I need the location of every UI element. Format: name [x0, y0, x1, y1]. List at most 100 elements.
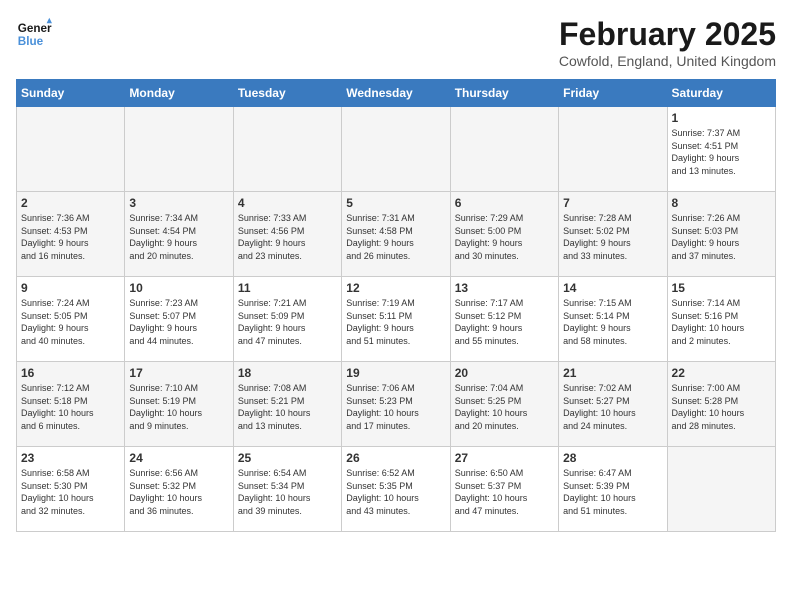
day-info: Sunrise: 7:21 AM Sunset: 5:09 PM Dayligh…: [238, 297, 337, 347]
header-day: Wednesday: [342, 80, 450, 107]
header-day: Friday: [559, 80, 667, 107]
calendar-cell: [559, 107, 667, 192]
calendar-cell: 1 Sunrise: 7:37 AM Sunset: 4:51 PM Daylig…: [667, 107, 775, 192]
day-info: Sunrise: 7:26 AM Sunset: 5:03 PM Dayligh…: [672, 212, 771, 262]
day-info: Sunrise: 6:54 AM Sunset: 5:34 PM Dayligh…: [238, 467, 337, 517]
location: Cowfold, England, United Kingdom: [559, 53, 776, 69]
calendar-cell: 26 Sunrise: 6:52 AM Sunset: 5:35 PM Dayli…: [342, 447, 450, 532]
logo: General Blue: [16, 16, 52, 52]
day-number: 16: [21, 366, 120, 380]
calendar-cell: 28Sunrise: 6:47 AM Sunset: 5:39 PM Dayli…: [559, 447, 667, 532]
day-number: 20: [455, 366, 554, 380]
day-info: Sunrise: 7:10 AM Sunset: 5:19 PM Dayligh…: [129, 382, 228, 432]
header-day: Monday: [125, 80, 233, 107]
calendar-cell: 6 Sunrise: 7:29 AM Sunset: 5:00 PM Daylig…: [450, 192, 558, 277]
day-number: 4: [238, 196, 337, 210]
day-number: 23: [21, 451, 120, 465]
day-number: 19: [346, 366, 445, 380]
calendar-cell: 23 Sunrise: 6:58 AM Sunset: 5:30 PM Dayli…: [17, 447, 125, 532]
calendar-week: 1 Sunrise: 7:37 AM Sunset: 4:51 PM Daylig…: [17, 107, 776, 192]
day-number: 5: [346, 196, 445, 210]
calendar-cell: 10 Sunrise: 7:23 AM Sunset: 5:07 PM Dayli…: [125, 277, 233, 362]
header-day: Thursday: [450, 80, 558, 107]
day-info: Sunrise: 6:56 AM Sunset: 5:32 PM Dayligh…: [129, 467, 228, 517]
day-info: Sunrise: 7:04 AM Sunset: 5:25 PM Dayligh…: [455, 382, 554, 432]
calendar-cell: [17, 107, 125, 192]
day-info: Sunrise: 7:28 AM Sunset: 5:02 PM Dayligh…: [563, 212, 662, 262]
day-number: 21: [563, 366, 662, 380]
day-number: 13: [455, 281, 554, 295]
calendar-cell: 7 Sunrise: 7:28 AM Sunset: 5:02 PM Daylig…: [559, 192, 667, 277]
title-block: February 2025 Cowfold, England, United K…: [559, 16, 776, 69]
day-info: Sunrise: 7:15 AM Sunset: 5:14 PM Dayligh…: [563, 297, 662, 347]
calendar-cell: 17 Sunrise: 7:10 AM Sunset: 5:19 PM Dayli…: [125, 362, 233, 447]
page-header: General Blue February 2025 Cowfold, Engl…: [16, 16, 776, 69]
day-number: 17: [129, 366, 228, 380]
day-number: 24: [129, 451, 228, 465]
calendar-cell: 27 Sunrise: 6:50 AM Sunset: 5:37 PM Dayli…: [450, 447, 558, 532]
day-info: Sunrise: 7:37 AM Sunset: 4:51 PM Dayligh…: [672, 127, 771, 177]
calendar-cell: [233, 107, 341, 192]
calendar-cell: 21 Sunrise: 7:02 AM Sunset: 5:27 PM Dayli…: [559, 362, 667, 447]
day-number: 27: [455, 451, 554, 465]
day-number: 25: [238, 451, 337, 465]
calendar-cell: 24 Sunrise: 6:56 AM Sunset: 5:32 PM Dayli…: [125, 447, 233, 532]
day-number: 11: [238, 281, 337, 295]
day-number: 10: [129, 281, 228, 295]
day-info: Sunrise: 7:12 AM Sunset: 5:18 PM Dayligh…: [21, 382, 120, 432]
svg-text:General: General: [18, 22, 52, 35]
calendar-cell: 14 Sunrise: 7:15 AM Sunset: 5:14 PM Dayli…: [559, 277, 667, 362]
day-number: 14: [563, 281, 662, 295]
day-number: 6: [455, 196, 554, 210]
day-info: Sunrise: 7:23 AM Sunset: 5:07 PM Dayligh…: [129, 297, 228, 347]
day-number: 2: [21, 196, 120, 210]
calendar-cell: 11 Sunrise: 7:21 AM Sunset: 5:09 PM Dayli…: [233, 277, 341, 362]
header-day: Saturday: [667, 80, 775, 107]
day-info: Sunrise: 7:33 AM Sunset: 4:56 PM Dayligh…: [238, 212, 337, 262]
header-day: Tuesday: [233, 80, 341, 107]
day-info: Sunrise: 7:34 AM Sunset: 4:54 PM Dayligh…: [129, 212, 228, 262]
calendar-cell: 25 Sunrise: 6:54 AM Sunset: 5:34 PM Dayli…: [233, 447, 341, 532]
calendar-table: SundayMondayTuesdayWednesdayThursdayFrid…: [16, 79, 776, 532]
logo-icon: General Blue: [16, 16, 52, 52]
calendar-cell: 5 Sunrise: 7:31 AM Sunset: 4:58 PM Daylig…: [342, 192, 450, 277]
calendar-week: 16 Sunrise: 7:12 AM Sunset: 5:18 PM Dayli…: [17, 362, 776, 447]
day-info: Sunrise: 7:08 AM Sunset: 5:21 PM Dayligh…: [238, 382, 337, 432]
day-info: Sunrise: 7:02 AM Sunset: 5:27 PM Dayligh…: [563, 382, 662, 432]
calendar-cell: 16 Sunrise: 7:12 AM Sunset: 5:18 PM Dayli…: [17, 362, 125, 447]
day-info: Sunrise: 7:00 AM Sunset: 5:28 PM Dayligh…: [672, 382, 771, 432]
day-number: 18: [238, 366, 337, 380]
day-number: 15: [672, 281, 771, 295]
month-title: February 2025: [559, 16, 776, 53]
calendar-cell: 8 Sunrise: 7:26 AM Sunset: 5:03 PM Daylig…: [667, 192, 775, 277]
day-info: Sunrise: 7:06 AM Sunset: 5:23 PM Dayligh…: [346, 382, 445, 432]
day-info: Sunrise: 7:29 AM Sunset: 5:00 PM Dayligh…: [455, 212, 554, 262]
calendar-cell: 12Sunrise: 7:19 AM Sunset: 5:11 PM Dayli…: [342, 277, 450, 362]
calendar-cell: 9 Sunrise: 7:24 AM Sunset: 5:05 PM Daylig…: [17, 277, 125, 362]
header-row: SundayMondayTuesdayWednesdayThursdayFrid…: [17, 80, 776, 107]
calendar-cell: 3 Sunrise: 7:34 AM Sunset: 4:54 PM Daylig…: [125, 192, 233, 277]
day-info: Sunrise: 6:47 AM Sunset: 5:39 PM Dayligh…: [563, 467, 662, 517]
calendar-week: 23 Sunrise: 6:58 AM Sunset: 5:30 PM Dayli…: [17, 447, 776, 532]
day-info: Sunrise: 7:31 AM Sunset: 4:58 PM Dayligh…: [346, 212, 445, 262]
calendar-cell: [450, 107, 558, 192]
day-number: 9: [21, 281, 120, 295]
day-number: 26: [346, 451, 445, 465]
day-number: 7: [563, 196, 662, 210]
day-info: Sunrise: 6:58 AM Sunset: 5:30 PM Dayligh…: [21, 467, 120, 517]
day-info: Sunrise: 7:14 AM Sunset: 5:16 PM Dayligh…: [672, 297, 771, 347]
svg-text:Blue: Blue: [18, 35, 44, 48]
calendar-cell: [342, 107, 450, 192]
day-info: Sunrise: 7:24 AM Sunset: 5:05 PM Dayligh…: [21, 297, 120, 347]
calendar-cell: 4 Sunrise: 7:33 AM Sunset: 4:56 PM Daylig…: [233, 192, 341, 277]
day-info: Sunrise: 7:19 AM Sunset: 5:11 PM Dayligh…: [346, 297, 445, 347]
header-day: Sunday: [17, 80, 125, 107]
calendar-cell: 18 Sunrise: 7:08 AM Sunset: 5:21 PM Dayli…: [233, 362, 341, 447]
day-number: 1: [672, 111, 771, 125]
day-number: 3: [129, 196, 228, 210]
day-info: Sunrise: 6:50 AM Sunset: 5:37 PM Dayligh…: [455, 467, 554, 517]
day-number: 8: [672, 196, 771, 210]
day-info: Sunrise: 6:52 AM Sunset: 5:35 PM Dayligh…: [346, 467, 445, 517]
calendar-cell: 13Sunrise: 7:17 AM Sunset: 5:12 PM Dayli…: [450, 277, 558, 362]
day-number: 22: [672, 366, 771, 380]
